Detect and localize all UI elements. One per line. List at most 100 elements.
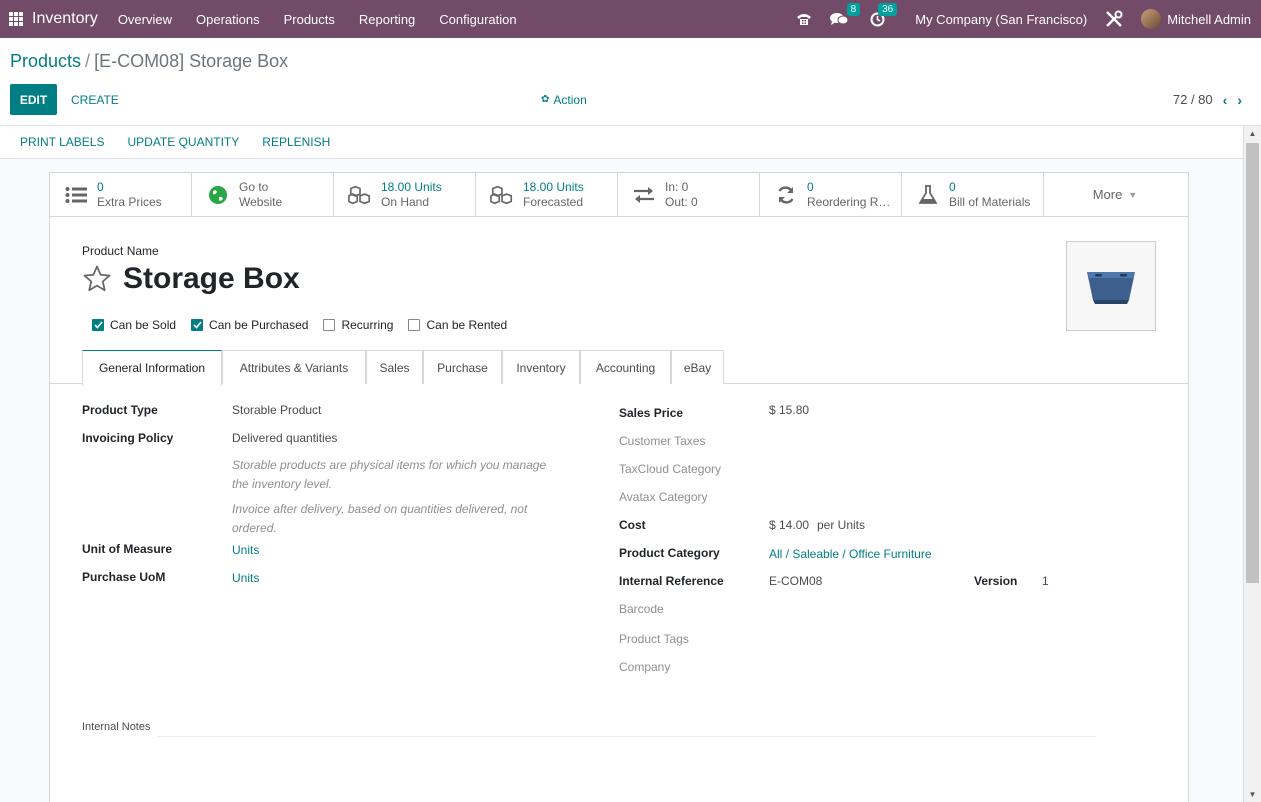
tab-accounting[interactable]: Accounting xyxy=(580,350,671,384)
in-moves: In: 0 xyxy=(665,179,689,194)
internal-reference-field[interactable]: E-COM08 xyxy=(769,574,822,588)
phone-icon[interactable] xyxy=(796,12,812,26)
out-moves: Out: 0 xyxy=(665,194,698,209)
on-hand-label: On Hand xyxy=(381,194,430,209)
product-category-field[interactable]: All / Saleable / Office Furniture xyxy=(769,547,932,561)
help-storable-line-2: the inventory level. xyxy=(232,477,333,491)
more-smart-buttons[interactable]: More ▼ xyxy=(1044,173,1186,216)
recurring-checkbox[interactable]: Recurring xyxy=(323,318,393,332)
app-brand[interactable]: Inventory xyxy=(32,10,98,28)
form-sheet: 0 Extra Prices Go to Website 18.00 Units On… xyxy=(49,172,1189,802)
can-be-sold-checkbox[interactable]: Can be Sold xyxy=(92,318,176,332)
invoicing-policy-field[interactable]: Delivered quantities xyxy=(232,431,337,445)
smart-button-extra-prices[interactable]: 0 Extra Prices xyxy=(50,173,192,216)
replenish-button[interactable]: REPLENISH xyxy=(262,135,330,149)
smart-button-website[interactable]: Go to Website xyxy=(192,173,334,216)
edit-button[interactable]: EDIT xyxy=(10,84,57,115)
vertical-scrollbar[interactable]: ▲ ▼ xyxy=(1243,126,1261,802)
sales-price-field[interactable]: $ 15.80 xyxy=(769,403,809,417)
gear-icon: ✿ xyxy=(541,94,550,105)
messages-icon[interactable]: 8 xyxy=(830,3,861,26)
reordering-rules-count: 0 xyxy=(807,179,814,194)
cost-label: Cost xyxy=(619,518,646,532)
scroll-up-icon[interactable]: ▲ xyxy=(1244,129,1261,138)
recurring-label: Recurring xyxy=(341,318,394,332)
barcode-label: Barcode xyxy=(619,602,664,616)
tab-ebay[interactable]: eBay xyxy=(671,350,724,384)
cost-unit: per Units xyxy=(817,518,866,532)
smart-button-bill-of-materials[interactable]: 0 Bill of Materials xyxy=(902,173,1044,216)
sales-price-label: Sales Price xyxy=(619,406,684,420)
company-switcher[interactable]: My Company (San Francisco) xyxy=(915,12,1087,27)
checkbox-unchecked-icon xyxy=(323,319,336,331)
product-flags: Can be Sold Can be Purchased Recurring C… xyxy=(92,318,507,332)
caret-down-icon: ▼ xyxy=(1128,189,1138,200)
breadcrumb-separator: / xyxy=(85,51,91,71)
checkbox-checked-icon xyxy=(191,319,204,331)
product-type-field[interactable]: Storable Product xyxy=(232,403,321,417)
globe-icon xyxy=(206,185,230,205)
can-be-rented-checkbox[interactable]: Can be Rented xyxy=(408,318,507,332)
menu-operations[interactable]: Operations xyxy=(196,12,260,27)
invoicing-policy-help: Invoice after delivery, based on quantit… xyxy=(232,500,527,538)
create-button[interactable]: CREATE xyxy=(71,84,119,115)
can-be-purchased-checkbox[interactable]: Can be Purchased xyxy=(191,318,308,332)
user-menu[interactable]: Mitchell Admin xyxy=(1167,12,1251,27)
taxcloud-category-label: TaxCloud Category xyxy=(619,462,722,476)
print-labels-button[interactable]: PRINT LABELS xyxy=(20,135,104,149)
purchase-uom-field[interactable]: Units xyxy=(232,571,259,585)
smart-button-reordering-rules[interactable]: 0 Reordering Rules xyxy=(760,173,902,216)
uom-label: Unit of Measure xyxy=(82,542,173,556)
form-header-bar: PRINT LABELS UPDATE QUANTITY REPLENISH xyxy=(0,126,1243,159)
activities-badge: 36 xyxy=(878,2,898,16)
version-field[interactable]: 1 xyxy=(1042,574,1049,588)
favorite-star-icon[interactable] xyxy=(82,264,112,297)
smart-button-forecasted[interactable]: 18.00 Units Forecasted xyxy=(476,173,618,216)
pager-previous-icon[interactable]: ‹ xyxy=(1223,92,1228,108)
help-storable-line-1: Storable products are physical items for… xyxy=(232,458,547,472)
menu-overview[interactable]: Overview xyxy=(118,12,172,27)
tab-purchase[interactable]: Purchase xyxy=(423,350,502,384)
pager: 72 / 80 ‹ › xyxy=(1173,84,1242,115)
menu-configuration[interactable]: Configuration xyxy=(439,12,516,27)
version-label: Version xyxy=(974,574,1018,588)
tab-general-information[interactable]: General Information xyxy=(82,350,222,385)
avatax-category-label: Avatax Category xyxy=(619,490,708,504)
action-menu-button[interactable]: ✿ Action xyxy=(541,84,587,115)
activities-clock-icon[interactable]: 36 xyxy=(870,2,898,27)
smart-button-box: 0 Extra Prices Go to Website 18.00 Units On… xyxy=(50,173,1188,217)
smart-button-in-out[interactable]: In: 0 Out: 0 xyxy=(618,173,760,216)
breadcrumb-current: [E-COM08] Storage Box xyxy=(94,51,289,71)
tab-inventory[interactable]: Inventory xyxy=(502,350,580,384)
user-avatar[interactable] xyxy=(1141,9,1162,29)
internal-notes-field[interactable] xyxy=(158,736,1096,737)
pager-value[interactable]: 72 / 80 xyxy=(1173,92,1213,107)
apps-menu-icon[interactable] xyxy=(0,0,32,38)
list-icon xyxy=(64,186,88,204)
more-label: More xyxy=(1092,187,1123,202)
flask-icon xyxy=(916,184,940,205)
product-name[interactable]: Storage Box xyxy=(123,262,300,296)
notebook-tabs: General Information Attributes & Variant… xyxy=(50,350,1188,385)
scroll-down-icon[interactable]: ▼ xyxy=(1244,790,1261,799)
tab-sales[interactable]: Sales xyxy=(366,350,423,384)
smart-button-on-hand[interactable]: 18.00 Units On Hand xyxy=(334,173,476,216)
scrollbar-thumb[interactable] xyxy=(1246,143,1259,583)
update-quantity-button[interactable]: UPDATE QUANTITY xyxy=(127,135,239,149)
debug-tools-icon[interactable] xyxy=(1105,10,1123,28)
internal-reference-label: Internal Reference xyxy=(619,574,724,588)
action-label: Action xyxy=(553,92,587,107)
menu-reporting[interactable]: Reporting xyxy=(359,12,415,27)
company-label: Company xyxy=(619,660,671,674)
uom-field[interactable]: Units xyxy=(232,543,259,557)
website-label: Website xyxy=(239,194,283,209)
cubes-icon xyxy=(490,185,514,205)
menu-products[interactable]: Products xyxy=(284,12,335,27)
tab-attributes-variants[interactable]: Attributes & Variants xyxy=(222,350,366,384)
pager-next-icon[interactable]: › xyxy=(1237,92,1242,108)
can-be-purchased-label: Can be Purchased xyxy=(209,318,309,332)
product-name-label: Product Name xyxy=(82,244,159,258)
product-image[interactable] xyxy=(1066,241,1156,331)
cost-field[interactable]: $ 14.00 xyxy=(769,518,809,532)
breadcrumb-products[interactable]: Products xyxy=(10,51,81,71)
